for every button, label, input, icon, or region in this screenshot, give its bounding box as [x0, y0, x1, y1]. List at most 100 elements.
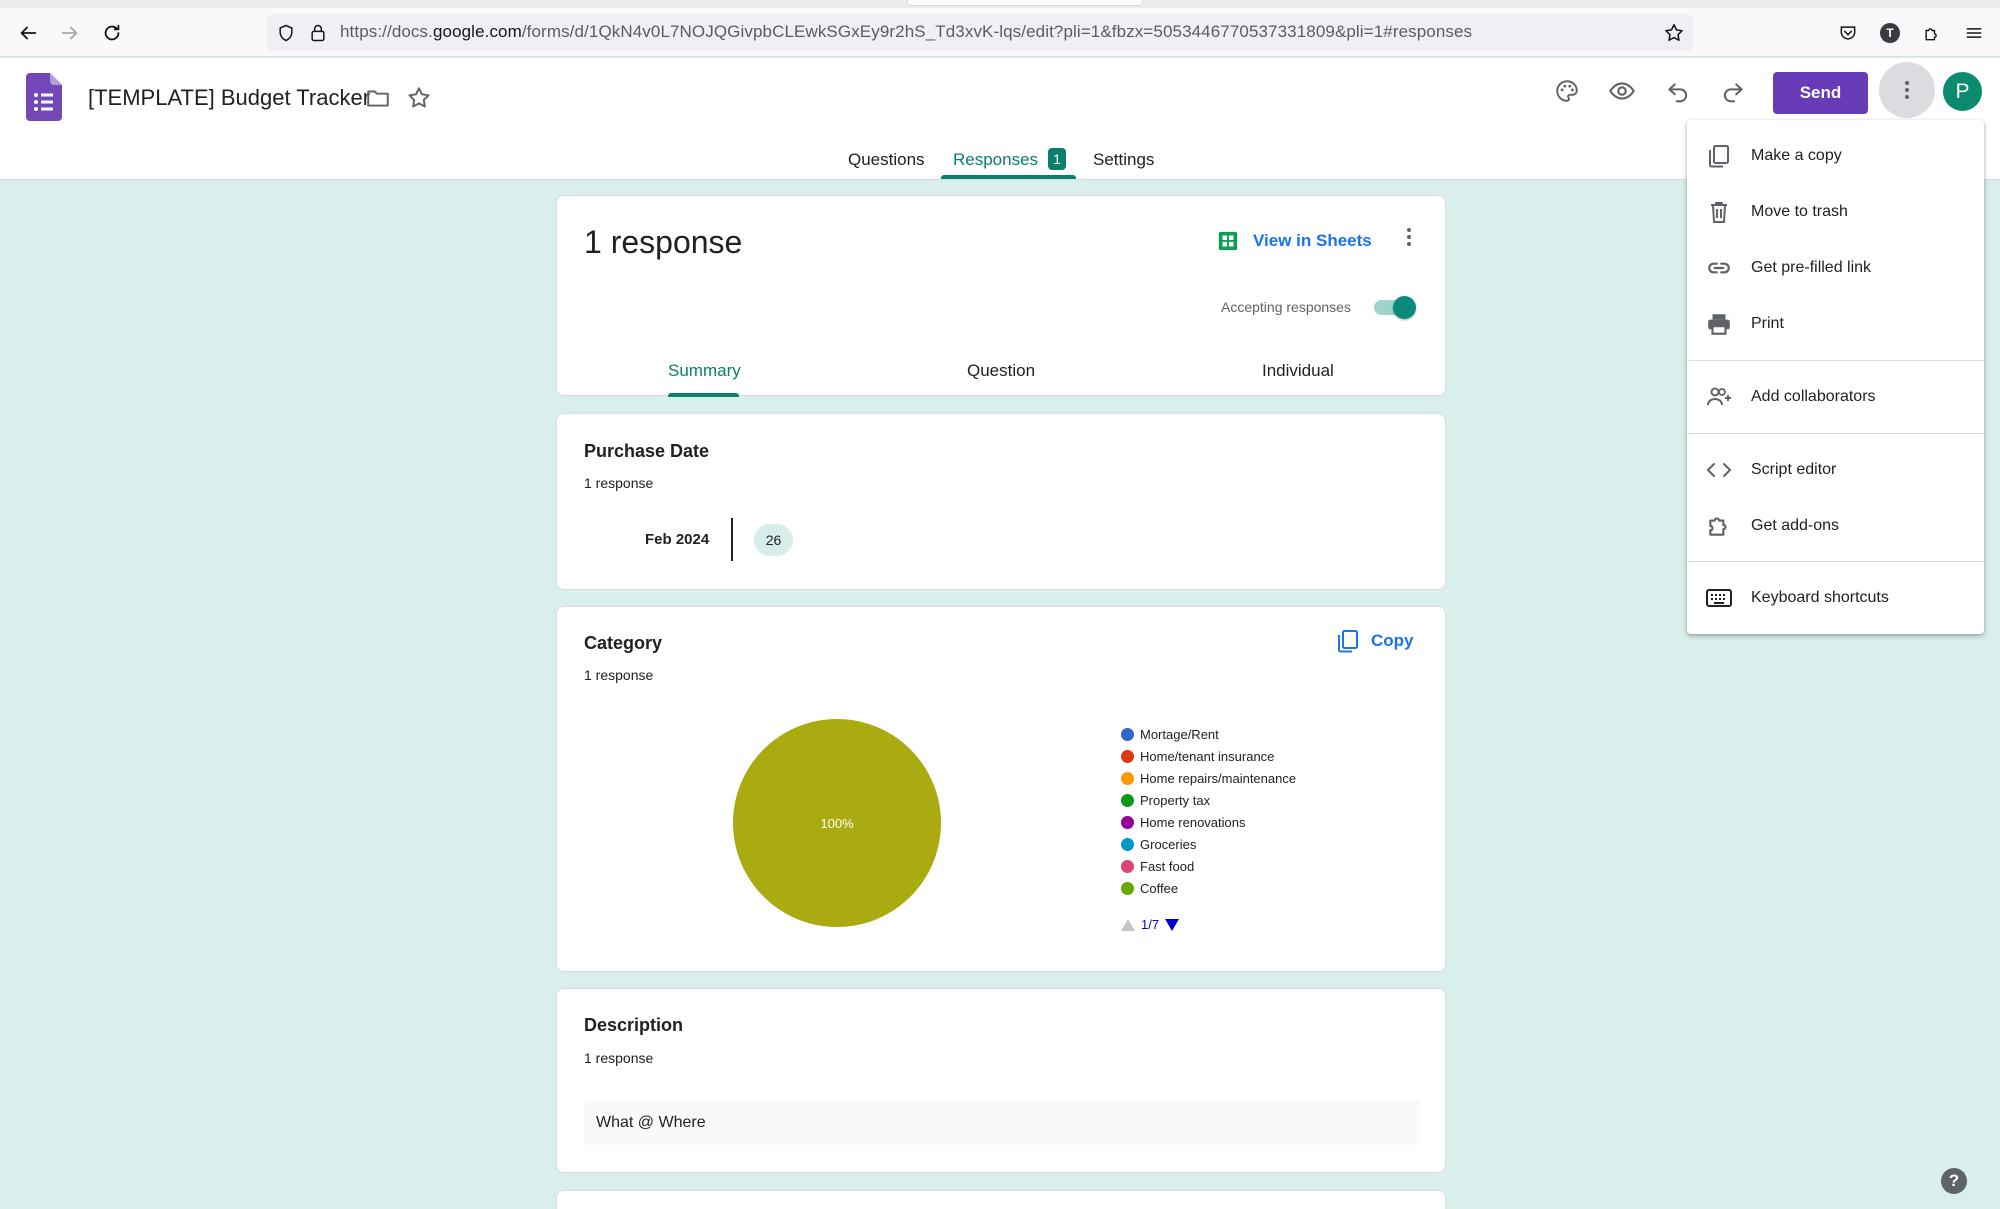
- bookmark-star-icon[interactable]: [1660, 19, 1688, 47]
- copy-icon: [1705, 142, 1733, 170]
- legend-item: Mortage/Rent: [1121, 723, 1296, 745]
- legend-swatch: [1121, 859, 1134, 873]
- menu-item-prefilled-link[interactable]: Get pre-filled link: [1687, 244, 1984, 292]
- date-month-label: Feb 2024: [645, 531, 710, 548]
- card-more-vert-icon[interactable]: [1389, 217, 1429, 257]
- menu-item-print[interactable]: Print: [1687, 300, 1984, 348]
- palette-icon[interactable]: [1547, 71, 1587, 111]
- date-divider: [731, 518, 733, 561]
- next-question-card: [556, 1190, 1446, 1209]
- responses-summary-card: 1 response View in Sheets Accepting resp…: [556, 195, 1446, 397]
- accepting-responses-label: Accepting responses: [1221, 299, 1351, 315]
- legend-label: Fast food: [1140, 858, 1195, 874]
- legend-swatch: [1121, 749, 1134, 763]
- menu-item-move-to-trash[interactable]: Move to trash: [1687, 188, 1984, 236]
- preview-eye-icon[interactable]: [1602, 71, 1642, 111]
- tab-questions[interactable]: Questions: [848, 150, 925, 170]
- keyboard-icon: [1705, 584, 1733, 612]
- url-path: /forms/d/1QkN4v0L7NOJQGivpbCLEwkSGxEy9r2…: [521, 22, 1473, 41]
- legend-swatch: [1121, 815, 1134, 829]
- undo-icon[interactable]: [1658, 71, 1698, 111]
- responses-count-badge: 1: [1048, 148, 1066, 170]
- legend-label: Property tax: [1140, 792, 1211, 808]
- legend-label: Home renovations: [1140, 814, 1246, 830]
- more-options-button[interactable]: [1879, 62, 1935, 118]
- menu-label: Print: [1751, 315, 1784, 332]
- category-card: Category 1 response Copy 100% Mortage/Re…: [556, 606, 1446, 972]
- subtab-summary[interactable]: Summary: [668, 361, 741, 381]
- menu-item-add-collaborators[interactable]: Add collaborators: [1687, 373, 1984, 421]
- legend-swatch: [1121, 793, 1134, 807]
- trash-icon: [1705, 198, 1733, 226]
- more-vert-icon: [1905, 81, 1909, 99]
- forward-icon[interactable]: [56, 19, 84, 47]
- menu-label: Add collaborators: [1751, 388, 1876, 405]
- pager-prev-icon[interactable]: [1121, 918, 1135, 931]
- extensions-icon[interactable]: [1918, 19, 1946, 47]
- account-avatar[interactable]: P: [1943, 72, 1982, 111]
- active-tab-indicator: [941, 175, 1076, 179]
- back-icon[interactable]: [14, 19, 42, 47]
- menu-item-keyboard-shortcuts[interactable]: Keyboard shortcuts: [1687, 574, 1984, 622]
- category-pie-chart: 100%: [733, 719, 941, 927]
- menu-item-make-copy[interactable]: Make a copy: [1687, 132, 1984, 180]
- url-text[interactable]: https://docs.google.com/forms/d/1QkN4v0L…: [340, 22, 1472, 42]
- legend-label: Home/tenant insurance: [1140, 748, 1275, 764]
- folder-icon[interactable]: [358, 78, 398, 118]
- menu-label: Make a copy: [1751, 147, 1842, 164]
- legend-item: Home renovations: [1121, 811, 1296, 833]
- google-forms-logo-icon[interactable]: [26, 73, 62, 121]
- help-button[interactable]: ?: [1941, 1168, 1967, 1194]
- legend-item: Home/tenant insurance: [1121, 745, 1296, 767]
- menu-label: Keyboard shortcuts: [1751, 589, 1889, 606]
- description-answer: What @ Where: [584, 1100, 1420, 1145]
- purchase-date-count: 1 response: [584, 475, 654, 491]
- copy-chart-button[interactable]: Copy: [1337, 629, 1414, 653]
- pocket-icon[interactable]: [1834, 19, 1862, 47]
- toggle-knob[interactable]: [1393, 296, 1416, 319]
- profile-icon[interactable]: T: [1876, 19, 1904, 47]
- star-icon[interactable]: [399, 78, 439, 118]
- legend-pager: 1/7: [1121, 917, 1180, 932]
- legend-item: Fast food: [1121, 855, 1296, 877]
- legend-swatch: [1121, 727, 1134, 741]
- reload-icon[interactable]: [98, 19, 126, 47]
- view-in-sheets-label: View in Sheets: [1253, 231, 1372, 250]
- menu-item-get-addons[interactable]: Get add-ons: [1687, 502, 1984, 550]
- hamburger-menu-icon[interactable]: [1960, 19, 1988, 47]
- redo-icon[interactable]: [1713, 71, 1753, 111]
- pager-next-icon[interactable]: [1165, 918, 1180, 931]
- description-card: Description 1 response What @ Where: [556, 988, 1446, 1173]
- legend-item: Groceries: [1121, 833, 1296, 855]
- menu-label: Get add-ons: [1751, 517, 1840, 534]
- puzzle-icon: [1705, 512, 1733, 540]
- send-button[interactable]: Send: [1773, 72, 1868, 114]
- lock-icon[interactable]: [304, 19, 332, 47]
- document-title[interactable]: [TEMPLATE] Budget Tracker: [88, 85, 370, 111]
- legend-item: Property tax: [1121, 789, 1296, 811]
- subtab-individual[interactable]: Individual: [1262, 361, 1334, 381]
- menu-item-script-editor[interactable]: Script editor: [1687, 446, 1984, 494]
- legend-label: Groceries: [1140, 836, 1197, 852]
- tab-responses[interactable]: Responses: [953, 150, 1038, 170]
- purchase-date-card: Purchase Date 1 response Feb 2024 26: [556, 413, 1446, 590]
- menu-divider: [1687, 433, 1984, 434]
- subtab-indicator: [668, 393, 739, 397]
- description-title: Description: [584, 1015, 684, 1035]
- menu-divider: [1687, 561, 1984, 562]
- subtab-question[interactable]: Question: [967, 361, 1035, 381]
- shield-icon[interactable]: [272, 19, 300, 47]
- menu-label: Move to trash: [1751, 203, 1848, 220]
- active-tab-edge[interactable]: [907, 0, 1143, 6]
- legend-swatch: [1121, 881, 1134, 895]
- legend-item: Home repairs/maintenance: [1121, 767, 1296, 789]
- code-icon: [1705, 456, 1733, 484]
- tab-settings[interactable]: Settings: [1093, 150, 1154, 170]
- pager-label: 1/7: [1141, 917, 1160, 932]
- legend-swatch: [1121, 837, 1134, 851]
- legend-swatch: [1121, 771, 1134, 785]
- menu-divider: [1687, 360, 1984, 361]
- url-domain: google.com: [432, 22, 522, 41]
- add-people-icon: [1705, 383, 1733, 411]
- view-in-sheets-link[interactable]: View in Sheets: [1217, 230, 1372, 252]
